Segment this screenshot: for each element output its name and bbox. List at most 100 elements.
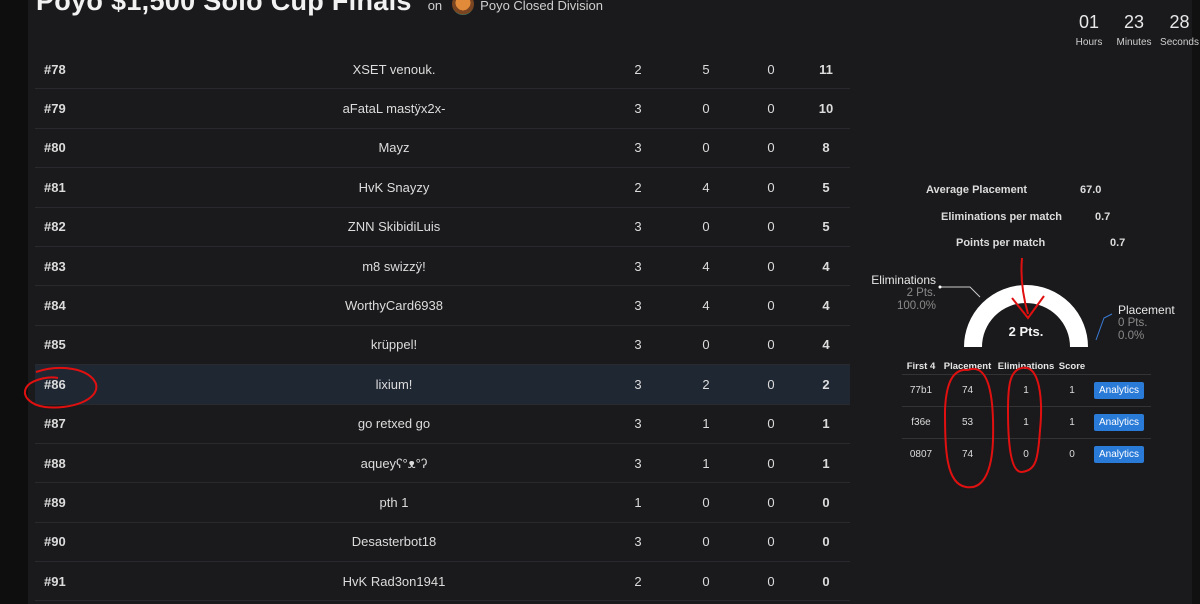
stat-col-3: 0 (740, 561, 802, 602)
player-rank: #84 (35, 285, 184, 326)
player-name[interactable]: m8 swizzÿ! (184, 246, 604, 287)
player-rank: #88 (35, 443, 184, 484)
leaderboard-row[interactable]: #83 m8 swizzÿ! 3 4 0 4 (35, 246, 850, 287)
stat-col-3: 0 (740, 325, 802, 366)
player-name[interactable]: aFataL mastÿx2x- (184, 88, 604, 129)
stat-col-1: 3 (604, 522, 672, 563)
match-row: f36e 53 1 1 Analytics (902, 406, 1151, 439)
player-name[interactable]: krüppel! (184, 325, 604, 366)
match-score: 0 (1057, 438, 1087, 470)
stat-col-2: 5 (672, 50, 740, 90)
total-points: 10 (802, 88, 850, 129)
stat-col-1: 3 (604, 404, 672, 444)
player-rank: #81 (35, 167, 184, 208)
stat-col-2: 0 (672, 207, 740, 247)
stat-col-3: 0 (740, 285, 802, 326)
leaderboard-row[interactable]: #88 aqueyʕ°ᴥ°ʔ 3 1 0 1 (35, 443, 850, 484)
countdown-seconds: 28 Seconds (1159, 12, 1200, 48)
player-rank: #80 (35, 128, 184, 169)
match-id: 77b1 (902, 374, 940, 407)
stat-col-2: 0 (672, 325, 740, 366)
matches-header-first4: First 4 (906, 360, 936, 372)
leaderboard-row[interactable]: #89 pth 11000 (35, 482, 850, 523)
match-id: f36e (902, 406, 940, 439)
player-name[interactable]: aqueyʕ°ᴥ°ʔ (184, 443, 604, 484)
stat-col-3: 0 (740, 207, 802, 247)
stat-col-2: 1 (672, 404, 740, 444)
player-name[interactable]: HvK Rad3on1941 (184, 561, 604, 602)
leaderboard-row[interactable]: #91 HvK Rad3on1941 2 0 0 0 (35, 561, 850, 602)
player-name[interactable]: lixium! (184, 364, 604, 405)
stat-col-3: 0 (740, 482, 802, 523)
player-name[interactable]: pth 1 (184, 482, 604, 523)
matches-header-eliminations: Eliminations (997, 360, 1055, 372)
division-link[interactable]: Poyo Closed Division (480, 0, 603, 13)
player-rank: #86 (35, 364, 184, 405)
leaderboard-row[interactable]: #90 Desasterbot18 3 0 0 0 (35, 522, 850, 563)
stat-col-1: 3 (604, 207, 672, 247)
gauge-placement-legend: Placement 0 Pts. 0.0% (1118, 304, 1175, 343)
player-name[interactable]: ZNN SkibidiLuis (184, 207, 604, 247)
stat-col-3: 0 (740, 246, 802, 287)
analytics-button[interactable]: Analytics (1093, 446, 1144, 463)
stat-col-1: 2 (604, 50, 672, 90)
gauge-placement-points: 0 Pts. (1118, 317, 1148, 329)
match-action-cell: Analytics (1087, 374, 1151, 407)
leaderboard-row[interactable]: #87 go retxed go 3 1 0 1 (35, 404, 850, 444)
stat-col-2: 1 (672, 443, 740, 484)
countdown-seconds-value: 28 (1169, 12, 1190, 32)
stat-col-1: 3 (604, 285, 672, 326)
player-name[interactable]: XSET venouk. (184, 50, 604, 90)
countdown-hours-value: 01 (1078, 12, 1100, 32)
on-label: on (427, 0, 443, 13)
total-points: 1 (802, 404, 850, 444)
player-rank: #78 (35, 50, 184, 90)
countdown-minutes-value: 23 (1123, 12, 1145, 32)
gauge-eliminations-name: Eliminations (871, 273, 936, 287)
analytics-button[interactable]: Analytics (1093, 382, 1144, 399)
player-rank: #90 (35, 522, 184, 563)
stat-col-1: 3 (604, 325, 672, 366)
gauge-eliminations-points: 2 Pts. (906, 287, 936, 299)
division-logo-icon (452, 0, 475, 15)
stat-col-3: 0 (740, 167, 802, 208)
player-rank: #89 (35, 482, 184, 523)
total-points: 4 (802, 246, 850, 287)
leaderboard-row[interactable]: #84 WorthyCard6938 3 4 0 4 (35, 285, 850, 326)
leaderboard-row[interactable]: #79 aFataL mastÿx2x- 3 0 0 10 (35, 88, 850, 129)
match-placement: 74 (940, 438, 995, 470)
leaderboard-row[interactable]: #82 ZNN SkibidiLuis 3 0 0 5 (35, 207, 850, 247)
leaderboard-row[interactable]: #80 Mayz 3 0 0 8 (35, 128, 850, 169)
leaderboard-row[interactable]: #86 lixium! 3 2 0 2 (35, 364, 850, 405)
player-name[interactable]: Mayz (184, 128, 604, 169)
stat-col-3: 0 (740, 364, 802, 405)
page-title: Poyo $1,500 Solo Cup Finals (36, 0, 412, 16)
stat-col-1: 1 (604, 482, 672, 523)
analytics-button[interactable]: Analytics (1093, 414, 1144, 431)
total-points: 5 (802, 167, 850, 208)
countdown-timer: 01 Hours 23 Minutes 28 Seconds (1070, 12, 1200, 52)
leaderboard-row[interactable]: #81 HvK Snayzy 2 4 0 5 (35, 167, 850, 208)
player-name[interactable]: go retxed go (184, 404, 604, 444)
points-gauge (964, 285, 1088, 348)
player-rank: #85 (35, 325, 184, 366)
match-score: 1 (1057, 374, 1087, 407)
gauge-placement-name: Placement (1118, 303, 1175, 317)
gauge-center-points: 2 Pts. (1008, 324, 1044, 339)
matches-header-placement: Placement (943, 360, 992, 372)
stat-col-1: 3 (604, 246, 672, 287)
countdown-minutes: 23 Minutes (1110, 12, 1158, 48)
match-id: 0807 (902, 438, 940, 470)
player-name[interactable]: Desasterbot18 (184, 522, 604, 563)
player-rank: #83 (35, 246, 184, 287)
player-name[interactable]: WorthyCard6938 (184, 285, 604, 326)
match-action-cell: Analytics (1087, 438, 1151, 470)
player-rank: #87 (35, 404, 184, 444)
matches-header-action (1087, 358, 1151, 375)
stat-col-2: 0 (672, 482, 740, 523)
stat-col-2: 2 (672, 364, 740, 405)
leaderboard-row[interactable]: #85 krüppel! 3 0 0 4 (35, 325, 850, 366)
scrollbar-track[interactable] (1192, 0, 1200, 604)
leaderboard-row[interactable]: #78 XSET venouk. 2 5 0 11 (35, 50, 850, 90)
player-name[interactable]: HvK Snayzy (184, 167, 604, 208)
